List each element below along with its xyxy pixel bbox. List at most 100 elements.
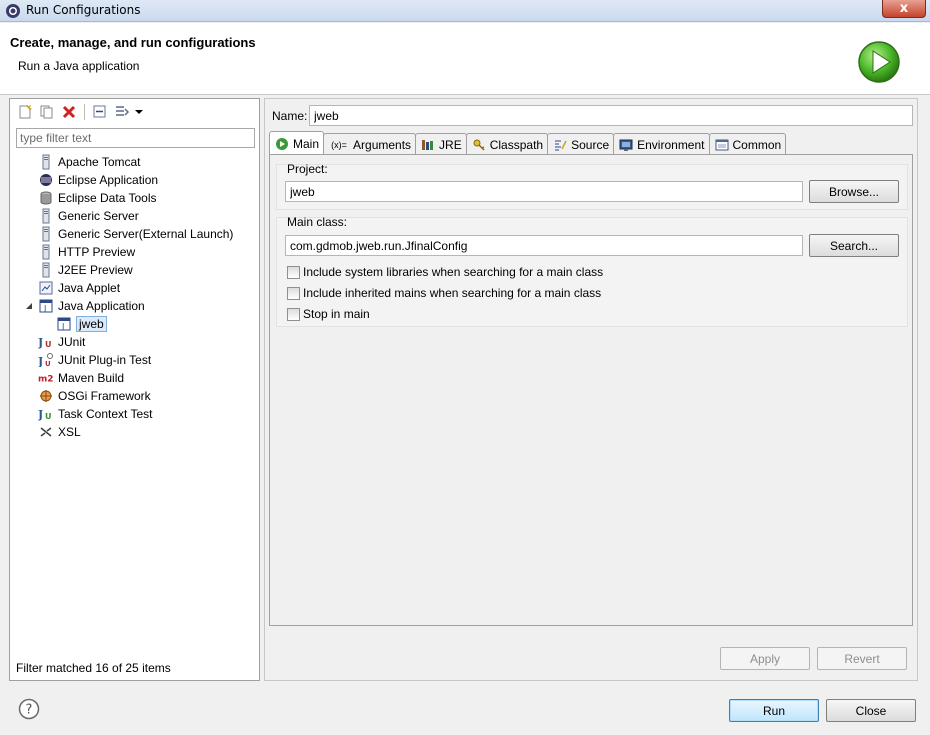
jre-icon bbox=[420, 137, 436, 153]
collapse-arrow-icon[interactable] bbox=[24, 301, 34, 311]
config-toolbar bbox=[14, 101, 145, 123]
include-system-libraries-checkbox[interactable] bbox=[287, 265, 300, 279]
main-class-group: Main class: Search... Include system lib… bbox=[276, 215, 908, 327]
delete-config-button[interactable] bbox=[58, 102, 80, 122]
close-button[interactable]: Close bbox=[826, 699, 916, 722]
main-class-label: Main class: bbox=[287, 215, 348, 229]
name-input[interactable] bbox=[309, 105, 913, 126]
junit-plugin-icon: JU bbox=[38, 352, 54, 368]
task-context-icon: JU bbox=[38, 406, 54, 422]
toolbar-separator bbox=[84, 104, 85, 120]
svg-text:J: J bbox=[38, 408, 43, 421]
svg-text:J: J bbox=[38, 355, 43, 367]
tree-item-task-context-test[interactable]: JU Task Context Test bbox=[38, 405, 153, 423]
arguments-icon: (x)= bbox=[331, 139, 347, 150]
xsl-icon bbox=[38, 424, 54, 440]
maven-icon: m2 bbox=[38, 370, 54, 386]
junit-icon: JU bbox=[38, 334, 54, 350]
tree-item-jweb[interactable]: J jweb bbox=[56, 315, 107, 333]
tree-item-generic-server[interactable]: Generic Server bbox=[38, 207, 139, 225]
tab-environment[interactable]: Environment bbox=[613, 133, 710, 155]
server-icon bbox=[38, 262, 54, 278]
svg-text:J: J bbox=[38, 336, 43, 349]
main-class-input[interactable] bbox=[285, 235, 803, 256]
tree-item-j2ee-preview[interactable]: J2EE Preview bbox=[38, 261, 133, 279]
dialog-subtitle: Run a Java application bbox=[18, 59, 140, 73]
duplicate-config-button[interactable] bbox=[36, 102, 58, 122]
main-tab-icon bbox=[274, 136, 290, 152]
tab-classpath[interactable]: Classpath bbox=[465, 133, 549, 155]
tree-item-java-application[interactable]: J Java Application bbox=[38, 297, 145, 315]
applet-icon bbox=[38, 280, 54, 296]
help-icon[interactable]: ? bbox=[18, 698, 40, 720]
tree-item-java-applet[interactable]: Java Applet bbox=[38, 279, 120, 297]
stop-in-main-checkbox-row[interactable]: Stop in main bbox=[287, 305, 370, 323]
java-app-icon: J bbox=[38, 298, 54, 314]
include-inherited-mains-checkbox[interactable] bbox=[287, 286, 300, 300]
filter-status: Filter matched 16 of 25 items bbox=[16, 661, 171, 675]
svg-text:U: U bbox=[45, 340, 52, 349]
include-inherited-mains-checkbox-row[interactable]: Include inherited mains when searching f… bbox=[287, 284, 601, 302]
duplicate-icon bbox=[40, 105, 53, 119]
search-button[interactable]: Search... bbox=[809, 234, 899, 257]
new-config-icon bbox=[19, 104, 33, 119]
server-icon bbox=[38, 226, 54, 242]
delete-icon bbox=[62, 105, 76, 119]
tab-source[interactable]: Source bbox=[547, 133, 615, 155]
tree-item-junit-plugin-test[interactable]: JU JUnit Plug-in Test bbox=[38, 351, 151, 369]
tree-item-eclipse-application[interactable]: Eclipse Application bbox=[38, 171, 158, 189]
project-input[interactable] bbox=[285, 181, 803, 202]
svg-text:U: U bbox=[45, 360, 51, 367]
tree-item-junit[interactable]: JU JUnit bbox=[38, 333, 85, 351]
tab-jre[interactable]: JRE bbox=[415, 133, 467, 155]
stop-in-main-checkbox[interactable] bbox=[287, 307, 300, 321]
new-config-button[interactable] bbox=[14, 102, 36, 122]
main-tab-content: Project: Browse... Main class: Search...… bbox=[269, 154, 913, 626]
include-system-libraries-checkbox-row[interactable]: Include system libraries when searching … bbox=[287, 263, 603, 281]
tree-item-generic-server-external[interactable]: Generic Server(External Launch) bbox=[38, 225, 233, 243]
osgi-icon bbox=[38, 388, 54, 404]
apply-button[interactable]: Apply bbox=[720, 647, 810, 670]
filter-config-button[interactable] bbox=[111, 102, 133, 122]
source-icon bbox=[552, 137, 568, 153]
tab-common[interactable]: Common bbox=[708, 133, 787, 155]
tree-item-apache-tomcat[interactable]: Apache Tomcat bbox=[38, 153, 141, 171]
server-icon bbox=[38, 208, 54, 224]
title-bar: Run Configurations x bbox=[0, 0, 930, 22]
tree-item-http-preview[interactable]: HTTP Preview bbox=[38, 243, 135, 261]
project-group: Project: Browse... bbox=[276, 162, 908, 210]
filter-input[interactable] bbox=[16, 128, 255, 148]
configuration-editor-panel: Name: Main (x)= Arguments JRE Classpath … bbox=[264, 98, 918, 681]
tree-item-maven-build[interactable]: m2 Maven Build bbox=[38, 369, 124, 387]
help-label: ? bbox=[26, 703, 33, 718]
svg-text:m2: m2 bbox=[38, 375, 53, 385]
eclipse-app-icon bbox=[6, 4, 20, 18]
dialog-title: Create, manage, and run configurations bbox=[10, 35, 256, 50]
common-icon bbox=[714, 137, 730, 153]
window-close-button[interactable]: x bbox=[882, 0, 926, 18]
collapse-all-icon bbox=[93, 105, 106, 118]
java-app-icon: J bbox=[56, 316, 72, 332]
view-menu-button[interactable] bbox=[133, 102, 145, 122]
config-tabs: Main (x)= Arguments JRE Classpath Source… bbox=[269, 131, 787, 155]
run-button[interactable]: Run bbox=[729, 699, 819, 722]
tomcat-icon bbox=[38, 154, 54, 170]
eclipse-icon bbox=[38, 172, 54, 188]
collapse-all-button[interactable] bbox=[89, 102, 111, 122]
tree-item-eclipse-data-tools[interactable]: Eclipse Data Tools bbox=[38, 189, 157, 207]
svg-text:J: J bbox=[61, 322, 64, 331]
dialog-header: Create, manage, and run configurations R… bbox=[0, 23, 930, 95]
tree-item-osgi-framework[interactable]: OSGi Framework bbox=[38, 387, 151, 405]
window-title: Run Configurations bbox=[26, 3, 141, 17]
revert-button[interactable]: Revert bbox=[817, 647, 907, 670]
run-banner-icon bbox=[858, 41, 900, 83]
browse-button[interactable]: Browse... bbox=[809, 180, 899, 203]
environment-icon bbox=[618, 137, 634, 153]
tab-main[interactable]: Main bbox=[269, 131, 325, 155]
database-icon bbox=[38, 190, 54, 206]
tab-arguments[interactable]: (x)= Arguments bbox=[323, 133, 417, 155]
svg-text:U: U bbox=[45, 412, 52, 421]
name-label: Name: bbox=[272, 109, 308, 123]
svg-text:J: J bbox=[43, 304, 46, 313]
tree-item-xsl[interactable]: XSL bbox=[38, 423, 81, 441]
